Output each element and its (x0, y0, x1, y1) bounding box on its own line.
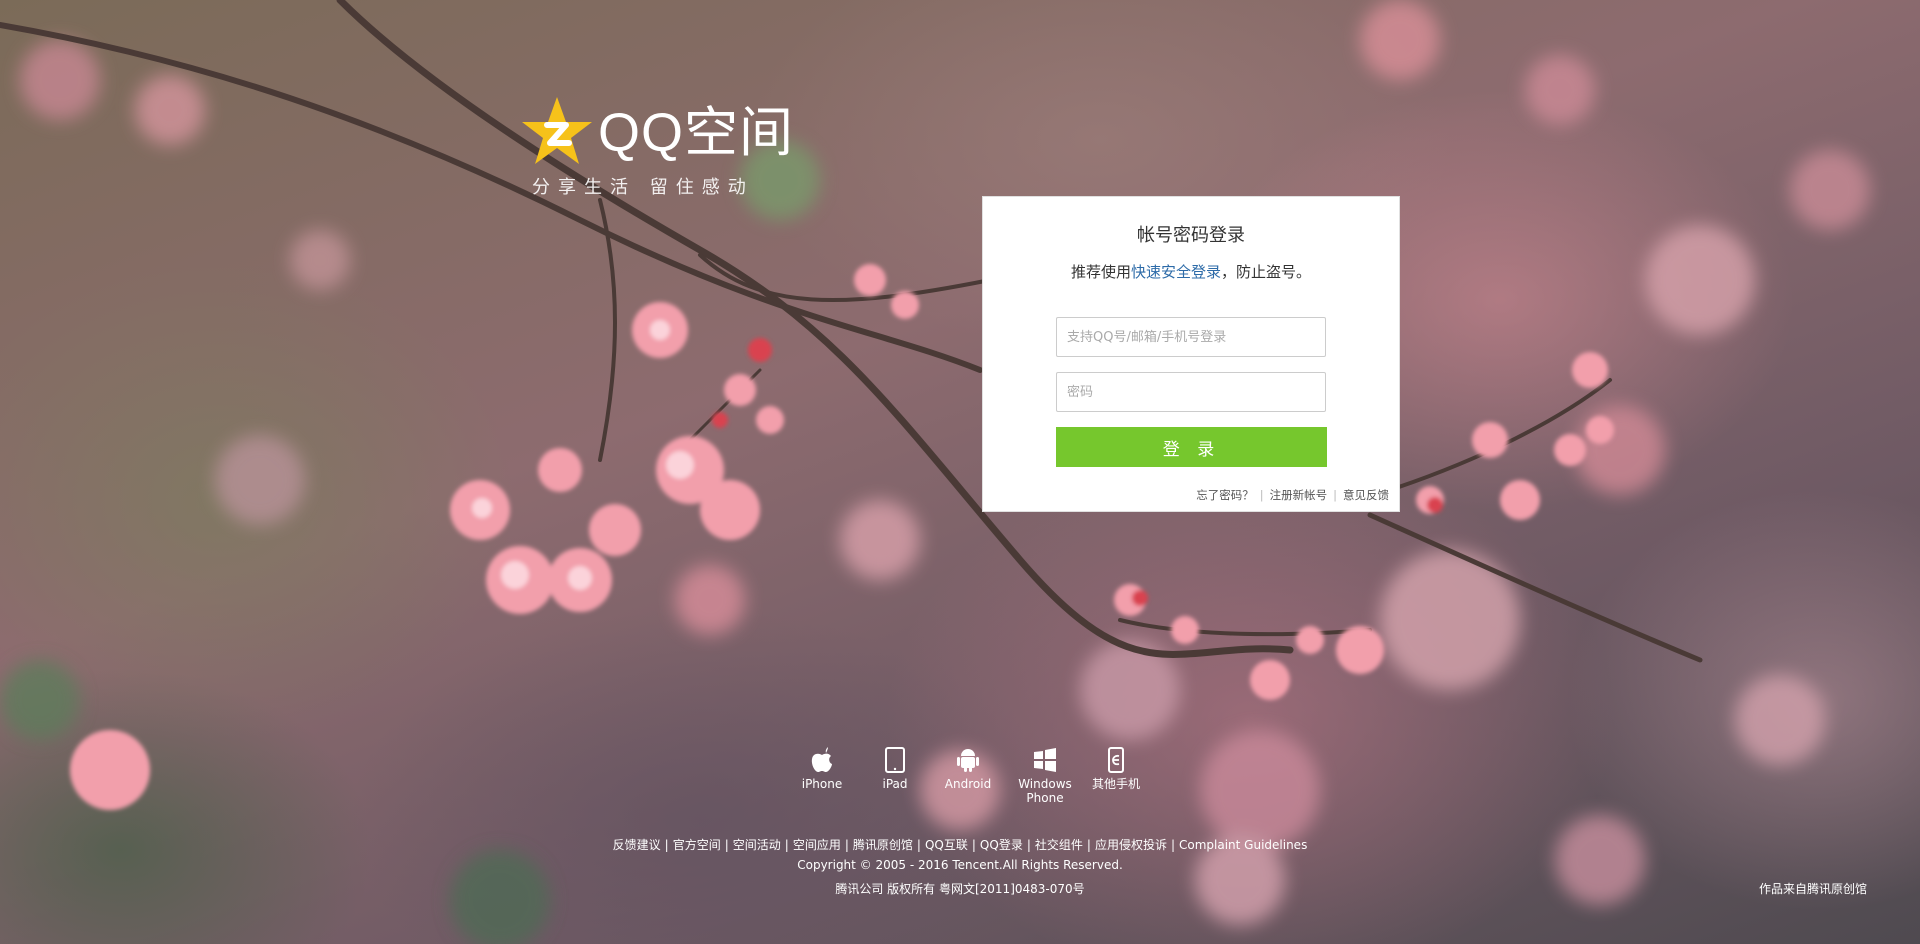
password-input[interactable] (1056, 372, 1326, 412)
divider: | (784, 838, 789, 852)
login-links: 忘了密码？ | 注册新帐号 | 意见反馈 (1196, 487, 1389, 503)
register-link[interactable]: 注册新帐号 (1270, 488, 1328, 502)
platform-label: Windows Phone (1018, 777, 1072, 805)
login-title: 帐号密码登录 (1137, 225, 1245, 246)
copyright-text: Copyright © 2005 - 2016 Tencent.All Righ… (797, 858, 1123, 872)
blossom-branches (0, 0, 1870, 944)
divider: | (1333, 488, 1337, 502)
divider: | (1259, 488, 1264, 502)
quick-login-link[interactable]: 快速安全登录 (1131, 263, 1221, 281)
platform-iphone[interactable]: iPhone (790, 747, 854, 791)
footer-link-apps[interactable]: 空间应用 (793, 838, 841, 852)
footer-link-original[interactable]: 腾讯原创馆 (853, 838, 913, 852)
subtitle-suffix: ，防止盗号。 (1221, 263, 1312, 281)
ipad-icon (885, 747, 905, 773)
apple-icon (811, 747, 832, 772)
divider: | (664, 838, 669, 852)
divider: | (1170, 838, 1175, 852)
footer-link-qq-connect[interactable]: QQ互联 (925, 838, 968, 852)
divider: | (844, 838, 849, 852)
qzone-logo[interactable]: QQ空间 分享生活 留住感动 (520, 95, 793, 205)
footer-link-activities[interactable]: 空间活动 (733, 838, 781, 852)
platform-windows-phone[interactable]: Windows Phone (1009, 747, 1081, 805)
footer-link-social-widgets[interactable]: 社交组件 (1035, 838, 1083, 852)
account-input[interactable] (1056, 317, 1326, 357)
footer-links: 反馈建议 | 官方空间 | 空间活动 | 空间应用 | 腾讯原创馆 | QQ互联 | QQ登录 | 社交组件… (0, 836, 1920, 853)
login-button[interactable]: 登 录 (1056, 427, 1327, 467)
divider: | (724, 838, 729, 852)
icp-license-text: 腾讯公司 版权所有 粤网文[2011]0483-070号 (835, 882, 1085, 896)
photo-credit-link[interactable]: 作品来自腾讯原创馆 (1759, 880, 1867, 897)
forgot-password-link[interactable]: 忘了密码？ (1196, 488, 1254, 502)
footer-link-complaint-guidelines[interactable]: Complaint Guidelines (1179, 838, 1307, 852)
divider: | (1086, 838, 1091, 852)
platform-android[interactable]: Android (936, 747, 1000, 791)
divider: | (916, 838, 921, 852)
login-subtitle: 推荐使用快速安全登录，防止盗号。 (983, 261, 1399, 282)
subtitle-prefix: 推荐使用 (1070, 263, 1131, 281)
platform-label: 其他手机 (1091, 777, 1140, 791)
feedback-link[interactable]: 意见反馈 (1343, 488, 1389, 502)
platform-label: iPhone (801, 777, 843, 791)
phone-icon (1108, 747, 1124, 773)
divider: | (971, 838, 976, 852)
platform-label: Android (944, 777, 992, 791)
logo-text: QQ空间 (598, 103, 795, 163)
star-logo-icon (522, 97, 592, 164)
platform-ipad[interactable]: iPad (863, 747, 927, 791)
divider: | (1026, 838, 1031, 852)
platform-label: iPad (882, 777, 908, 791)
footer-link-infringement[interactable]: 应用侵权投诉 (1095, 838, 1167, 852)
android-icon (957, 749, 979, 772)
windows-icon (1034, 748, 1056, 772)
background-photo (0, 0, 1920, 944)
footer-link-qq-login[interactable]: QQ登录 (980, 838, 1023, 852)
login-panel: 帐号密码登录 推荐使用快速安全登录，防止盗号。 登 录 忘了密码？ | 注册新帐号 |… (982, 196, 1400, 512)
platform-other-phone[interactable]: 其他手机 (1084, 747, 1148, 791)
logo-slogan: 分享生活 留住感动 (532, 177, 754, 198)
footer-link-official-space[interactable]: 官方空间 (673, 838, 721, 852)
footer-link-feedback[interactable]: 反馈建议 (613, 838, 661, 852)
